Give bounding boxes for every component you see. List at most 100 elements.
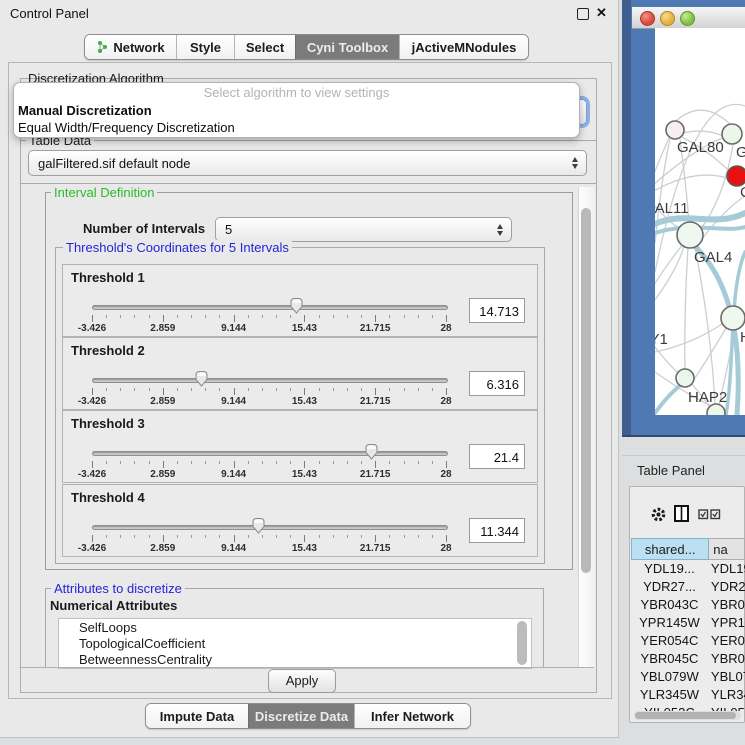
table-cell: YER05 [708, 633, 745, 651]
table-row[interactable]: YBR043CYBR04 [631, 597, 745, 615]
threshold-value-field[interactable]: 6.316 [469, 371, 525, 396]
table-row[interactable]: YLR345WYLR34 [631, 687, 745, 705]
window-minimize-icon[interactable] [660, 11, 675, 26]
network-window-titlebar[interactable] [632, 7, 745, 29]
tab-select[interactable]: Select [234, 35, 295, 59]
table-row[interactable]: YBR045CYBR04 [631, 651, 745, 669]
popup-option-equal-width[interactable]: Equal Width/Frequency Discretization [14, 119, 579, 136]
attribute-list-item[interactable]: BetweennessCentrality [59, 651, 531, 667]
network-node[interactable] [721, 306, 745, 330]
tick-mark [276, 461, 277, 464]
table-cell: YDL19... [631, 561, 708, 579]
apply-button[interactable]: Apply [268, 669, 336, 693]
num-intervals-combobox[interactable]: 5 [215, 217, 512, 242]
table-cell: YDR27 [708, 579, 745, 597]
tab-network[interactable]: Network [85, 35, 176, 59]
tick-mark [418, 388, 419, 391]
network-node[interactable] [727, 166, 745, 186]
tick-label: -3.426 [67, 543, 117, 554]
slider-handle[interactable] [251, 517, 266, 534]
table-row[interactable]: YER054CYER05 [631, 633, 745, 651]
control-panel: Control Panel ✕ NetworkStyleSelectCyni T… [0, 0, 619, 738]
table-body: YDL19...YDL19YDR27...YDR27YBR043CYBR04YP… [631, 561, 745, 711]
tick-mark [361, 535, 362, 538]
tick-mark [149, 535, 150, 538]
network-node[interactable] [707, 404, 725, 415]
tab-jactivemnodules[interactable]: jActiveMNodules [399, 35, 528, 59]
bottom-tab-discretize-data[interactable]: Discretize Data [248, 704, 354, 728]
tick-mark [149, 388, 150, 391]
slider-track[interactable] [92, 378, 448, 383]
table-horizontal-scrollbar[interactable] [634, 711, 741, 720]
tick-mark [432, 315, 433, 318]
tick-mark [375, 535, 376, 542]
table-row[interactable]: YDL19...YDL19 [631, 561, 745, 579]
slider-handle[interactable] [194, 370, 209, 387]
tick-mark [389, 535, 390, 538]
network-node[interactable] [722, 124, 742, 144]
popup-option-manual[interactable]: Manual Discretization [14, 102, 579, 119]
tick-mark [375, 315, 376, 322]
close-icon[interactable]: ✕ [596, 5, 607, 21]
tick-mark [446, 388, 447, 395]
tick-mark [446, 535, 447, 542]
tick-mark [432, 535, 433, 538]
table-row[interactable]: YPR145WYPR14 [631, 615, 745, 633]
tick-mark [134, 388, 135, 391]
tick-label: 2.859 [138, 323, 188, 334]
attribute-list-item[interactable]: TopologicalCoefficient [59, 635, 531, 651]
network-node[interactable] [666, 121, 684, 139]
settings-scrollbar-thumb[interactable] [581, 208, 591, 573]
attributes-list[interactable]: SelfLoopsTopologicalCoefficientBetweenne… [58, 618, 532, 669]
tick-mark [304, 315, 305, 322]
bottom-tab-impute-data[interactable]: Impute Data [146, 704, 248, 728]
slider-handle[interactable] [364, 443, 379, 460]
window-close-icon[interactable] [640, 11, 655, 26]
tick-mark [319, 461, 320, 464]
network-canvas[interactable]: GAL80GACGAL11GAL4GCY1HHAP2 [655, 28, 745, 415]
threshold-value-field[interactable]: 14.713 [469, 298, 525, 323]
network-edge [685, 248, 688, 369]
column-header-shared-name[interactable]: shared... [631, 538, 709, 560]
tick-mark [347, 461, 348, 464]
slider-track[interactable] [92, 525, 448, 530]
table-data-combobox[interactable]: galFiltered.sif default node [28, 150, 587, 176]
tick-mark [106, 461, 107, 464]
network-node[interactable] [677, 222, 703, 248]
threshold-value-field[interactable]: 21.4 [469, 444, 525, 469]
tick-mark [432, 461, 433, 464]
table-panel-title: Table Panel [637, 463, 705, 478]
attributes-list-scrollbar-thumb[interactable] [517, 621, 527, 665]
slider-track[interactable] [92, 451, 448, 456]
table-row[interactable]: YBL079WYBL07 [631, 669, 745, 687]
gear-icon[interactable] [650, 506, 667, 523]
tick-mark [389, 461, 390, 464]
tick-mark [248, 461, 249, 464]
tick-mark [248, 315, 249, 318]
tab-label: Cyni Toolbox [307, 40, 388, 55]
popup-placeholder-option[interactable]: Select algorithm to view settings [14, 83, 579, 102]
window-zoom-icon[interactable] [680, 11, 695, 26]
tick-mark [177, 461, 178, 464]
threshold-label: Threshold 4 [71, 490, 145, 505]
tab-style[interactable]: Style [176, 35, 234, 59]
threshold-value-field[interactable]: 11.344 [469, 518, 525, 543]
column-header-name[interactable]: na [709, 538, 745, 560]
float-icon[interactable] [577, 8, 589, 20]
tick-label: 15.43 [279, 469, 329, 480]
tick-mark [333, 388, 334, 391]
tick-mark [191, 388, 192, 391]
tick-mark [163, 315, 164, 322]
table-row[interactable]: YDR27...YDR27 [631, 579, 745, 597]
tick-mark [446, 461, 447, 468]
bottom-tab-infer-network[interactable]: Infer Network [354, 704, 470, 728]
columns-icon[interactable] [674, 505, 690, 523]
checkboxes-icon[interactable] [698, 509, 722, 520]
slider-track[interactable] [92, 305, 448, 310]
slider-handle[interactable] [289, 297, 304, 314]
attribute-list-item[interactable]: SelfLoops [59, 619, 531, 635]
table-hscrollbar-thumb[interactable] [635, 712, 736, 719]
tick-mark [276, 315, 277, 318]
network-node[interactable] [676, 369, 694, 387]
tab-cyni-toolbox[interactable]: Cyni Toolbox [295, 35, 399, 59]
